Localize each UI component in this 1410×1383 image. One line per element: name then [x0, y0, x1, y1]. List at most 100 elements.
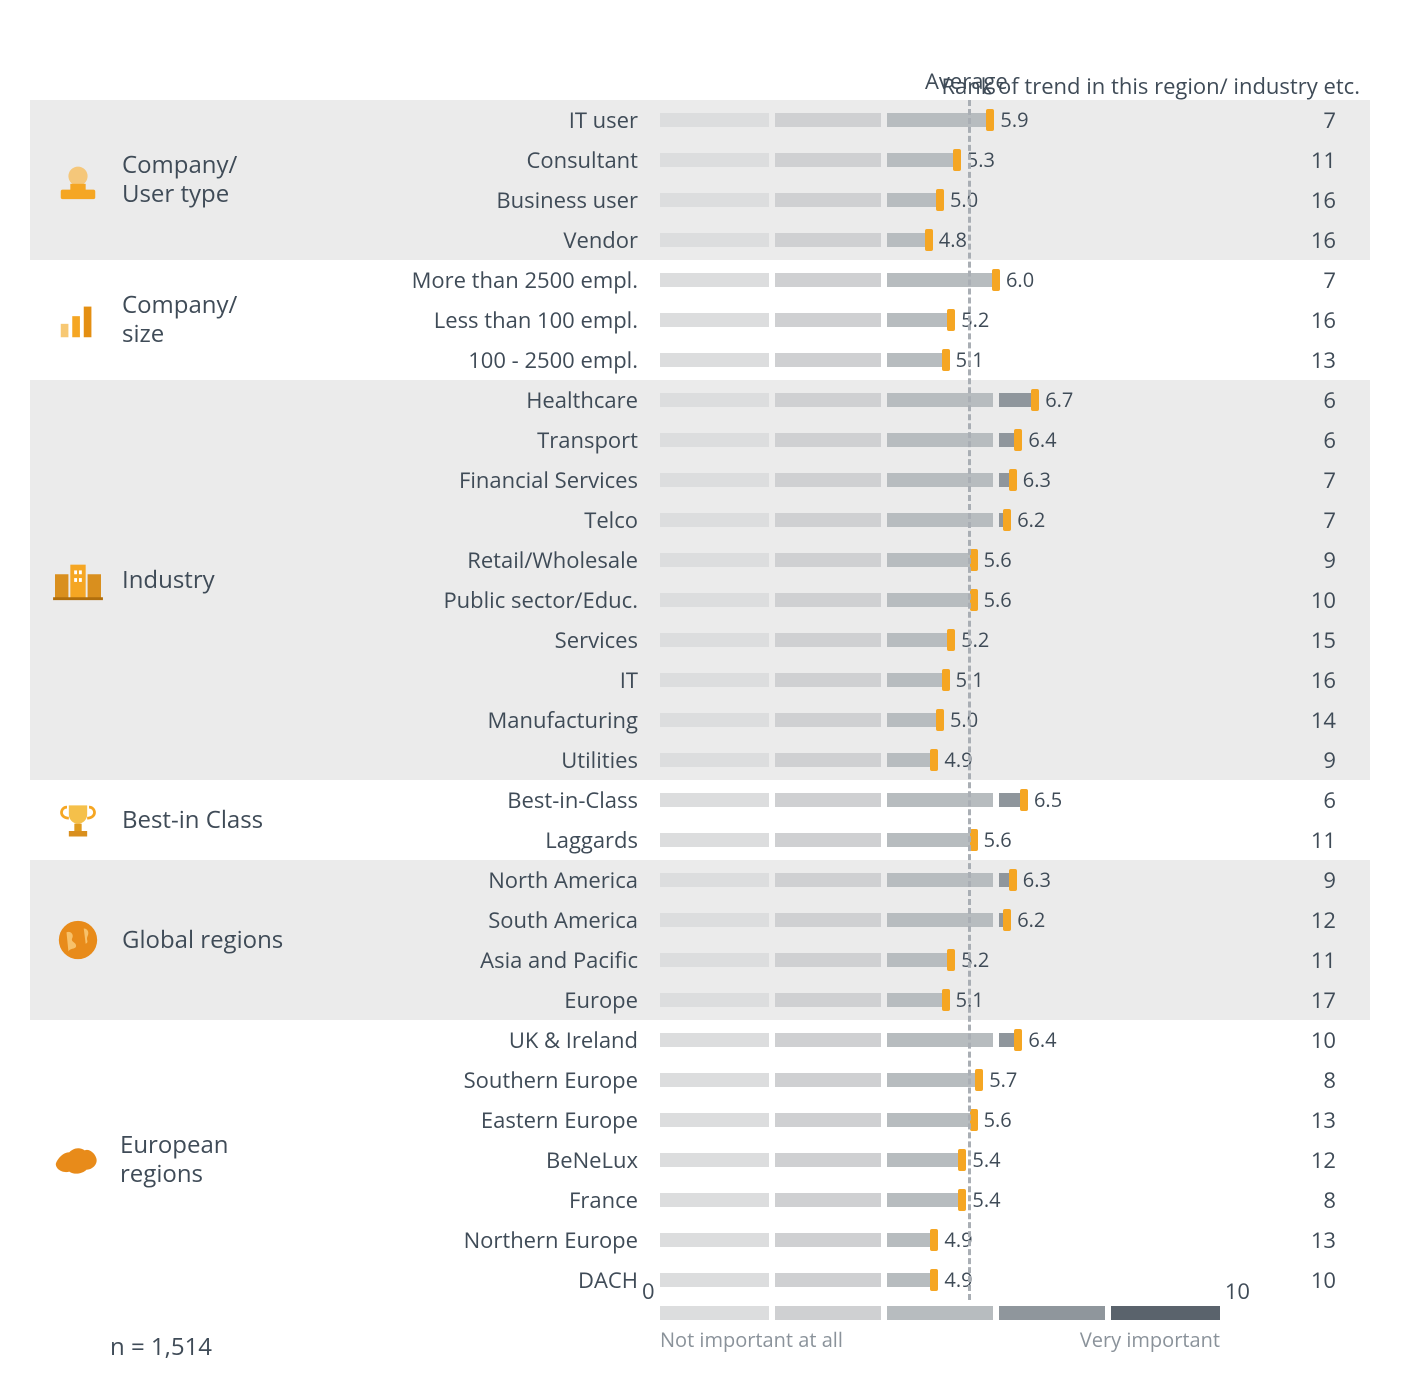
data-row: Best-in-Class6.56 [290, 780, 1370, 820]
row-label: Eastern Europe [290, 1105, 660, 1135]
bar-segment [660, 633, 769, 647]
row-rank: 7 [1220, 465, 1370, 495]
bar-track: 5.6 [660, 1113, 1220, 1127]
value-marker [1031, 389, 1039, 411]
bar-cell: 5.6 [660, 833, 1220, 847]
value-label: 4.8 [939, 226, 967, 253]
value-marker [975, 1069, 983, 1091]
bar-segment [775, 593, 881, 607]
bar-segment [660, 673, 769, 687]
value-label: 6.0 [1006, 266, 1034, 293]
bar-track: 6.7 [660, 393, 1220, 407]
bar-cell: 5.1 [660, 993, 1220, 1007]
bar-segment [660, 553, 769, 567]
bar-segment [887, 873, 993, 887]
bar-track: 5.3 [660, 153, 1220, 167]
row-rank: 11 [1220, 145, 1370, 175]
bar-segment [660, 153, 769, 167]
data-row: France5.48 [290, 1180, 1370, 1220]
group: European regionsUK & Ireland6.410Souther… [30, 1020, 1370, 1300]
row-label: Healthcare [290, 385, 660, 415]
row-label: 100 - 2500 empl. [290, 345, 660, 375]
rows-column: North America6.39South America6.212Asia … [290, 860, 1370, 1020]
bar-segment [887, 1306, 993, 1320]
value-marker [953, 149, 961, 171]
value-marker [1003, 509, 1011, 531]
value-marker [986, 109, 994, 131]
bar-segment [660, 1273, 769, 1287]
europe-icon [50, 1132, 104, 1188]
value-label: 5.6 [984, 1106, 1012, 1133]
data-row: Laggards5.611 [290, 820, 1370, 860]
data-row: Public sector/Educ.5.610 [290, 580, 1370, 620]
bar-segment [775, 1193, 881, 1207]
bar-segment [660, 913, 769, 927]
bar-cell: 6.5 [660, 793, 1220, 807]
value-label: 5.6 [984, 826, 1012, 853]
bar-segment [775, 633, 881, 647]
bar-segment [775, 1233, 881, 1247]
bar-track: 6.5 [660, 793, 1220, 807]
row-label: More than 2500 empl. [290, 265, 660, 295]
data-row: Financial Services6.37 [290, 460, 1370, 500]
rows-column: Best-in-Class6.56Laggards5.611 [290, 780, 1370, 860]
bar-segment [660, 193, 769, 207]
bar-segment [660, 1306, 769, 1320]
bar-segment [660, 433, 769, 447]
row-rank: 12 [1220, 1145, 1370, 1175]
bar-segment [887, 1153, 962, 1167]
bar-segment [887, 713, 940, 727]
groups-container: Company/ User typeIT user5.97Consultant5… [30, 100, 1370, 1300]
trophy-icon [50, 792, 106, 848]
group: Best-in ClassBest-in-Class6.56Laggards5.… [30, 780, 1370, 860]
row-rank: 17 [1220, 985, 1370, 1015]
bar-segment [887, 1113, 974, 1127]
group-title: Industry [122, 566, 215, 595]
value-label: 5.7 [989, 1066, 1017, 1093]
bar-track: 5.4 [660, 1153, 1220, 1167]
value-marker [970, 829, 978, 851]
bar-cell: 4.8 [660, 233, 1220, 247]
row-label: UK & Ireland [290, 1025, 660, 1055]
bar-track: 6.4 [660, 1033, 1220, 1047]
group: Company/ sizeMore than 2500 empl.6.07Les… [30, 260, 1370, 380]
data-row: UK & Ireland6.410 [290, 1020, 1370, 1060]
bar-track: 5.6 [660, 833, 1220, 847]
bar-track: 6.3 [660, 873, 1220, 887]
value-marker [970, 1109, 978, 1131]
bar-cell: 6.3 [660, 873, 1220, 887]
bar-segment [887, 513, 993, 527]
value-label: 5.2 [961, 306, 989, 333]
value-marker [1003, 909, 1011, 931]
data-row: DACH4.910 [290, 1260, 1370, 1300]
value-marker [936, 189, 944, 211]
bar-cell: 5.4 [660, 1193, 1220, 1207]
row-label: Utilities [290, 745, 660, 775]
data-row: Consultant5.311 [290, 140, 1370, 180]
bar-cell: 5.1 [660, 353, 1220, 367]
value-marker [925, 229, 933, 251]
group-label-column: Company/ User type [30, 100, 290, 260]
bar-track: 5.4 [660, 1193, 1220, 1207]
data-row: BeNeLux5.412 [290, 1140, 1370, 1180]
rows-column: Healthcare6.76Transport6.46Financial Ser… [290, 380, 1370, 780]
bar-cell: 6.4 [660, 433, 1220, 447]
bar-segment [660, 113, 769, 127]
row-label: Telco [290, 505, 660, 535]
row-label: IT [290, 665, 660, 695]
bar-segment [660, 233, 769, 247]
bar-segment [660, 1113, 769, 1127]
data-row: Asia and Pacific5.211 [290, 940, 1370, 980]
bar-segment [660, 593, 769, 607]
bar-segment [775, 513, 881, 527]
data-row: Manufacturing5.014 [290, 700, 1370, 740]
bar-track: 5.2 [660, 313, 1220, 327]
data-row: Retail/Wholesale5.69 [290, 540, 1370, 580]
value-marker [992, 269, 1000, 291]
bar-track: 6.2 [660, 913, 1220, 927]
value-label: 6.2 [1017, 506, 1045, 533]
bar-segment [887, 1033, 993, 1047]
bar-segment [887, 953, 951, 967]
row-rank: 7 [1220, 265, 1370, 295]
bar-track: 4.9 [660, 753, 1220, 767]
